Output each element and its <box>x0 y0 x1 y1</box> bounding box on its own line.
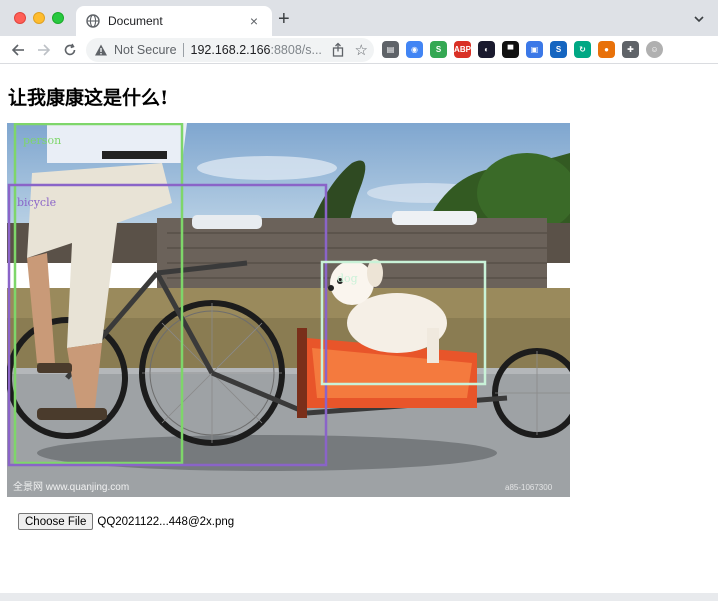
selected-file-name: QQ2021122...448@2x.png <box>97 515 235 528</box>
dog-label: dog <box>337 272 358 285</box>
forward-arrow-icon[interactable] <box>34 40 54 60</box>
s-blue-icon[interactable]: S <box>550 41 567 58</box>
new-tab-button[interactable]: + <box>278 9 290 29</box>
browser-toolbar: Not Secure 192.168.2.166 :8808/s... ☆ ▤ ◉… <box>0 36 718 64</box>
url-path: :8808/s... <box>270 43 322 57</box>
bicycle-label: bicycle <box>17 196 56 209</box>
window-minimize-button[interactable] <box>33 12 45 24</box>
address-bar[interactable]: Not Secure 192.168.2.166 :8808/s... ☆ <box>86 38 374 62</box>
security-status: Not Secure <box>114 43 177 57</box>
watermark-left: 全景网 www.quanjing.com <box>13 480 129 493</box>
puzzle-icon[interactable]: ✚ <box>622 41 639 58</box>
window-bottom-edge <box>0 593 718 601</box>
refresh-green-icon[interactable]: ↻ <box>574 41 591 58</box>
window-maximize-button[interactable] <box>52 12 64 24</box>
eye-icon[interactable]: ◐ <box>478 41 495 58</box>
person-label: person <box>23 134 61 147</box>
tab-close-icon[interactable]: × <box>246 13 262 29</box>
tab-document[interactable]: Document × <box>76 6 272 36</box>
choose-file-button[interactable]: Choose File <box>18 513 94 530</box>
bookmark-star-icon[interactable]: ☆ <box>355 41 368 59</box>
page-content: 让我康康这是什么! person bicycle dog 全景网 www.qua… <box>0 65 718 593</box>
url-host: 192.168.2.166 <box>190 43 271 57</box>
profile-avatar-icon[interactable]: ☺ <box>646 41 663 58</box>
extensions-bar: ▤ ◉ S ABP ◐ ▀ ▣ S ↻ ● ✚ ☺ <box>382 41 663 58</box>
detection-image: person bicycle dog 全景网 www.quanjing.com … <box>7 123 570 497</box>
reload-icon[interactable] <box>60 40 80 60</box>
file-input: Choose File QQ2021122...448@2x.png <box>18 513 234 530</box>
window-close-button[interactable] <box>14 12 26 24</box>
chevron-down-icon[interactable] <box>692 12 706 26</box>
page-title: 让我康康这是什么! <box>8 87 169 109</box>
save-icon[interactable]: ▣ <box>526 41 543 58</box>
reader-icon[interactable]: ▤ <box>382 41 399 58</box>
globe-icon <box>86 14 100 28</box>
omnibox-divider <box>182 43 184 57</box>
share-icon[interactable] <box>330 42 346 58</box>
color-wheel-icon[interactable]: ◉ <box>406 41 423 58</box>
s-green-icon[interactable]: S <box>430 41 447 58</box>
watermark-right: a85-1067300 <box>505 483 553 492</box>
warning-icon[interactable] <box>94 43 108 57</box>
bell-icon[interactable]: ● <box>598 41 615 58</box>
adblock-icon[interactable]: ABP <box>454 41 471 58</box>
tab-title: Document <box>108 14 163 28</box>
back-arrow-icon[interactable] <box>8 40 28 60</box>
tab-strip: Document × + <box>0 0 718 36</box>
mask-icon[interactable]: ▀ <box>502 41 519 58</box>
